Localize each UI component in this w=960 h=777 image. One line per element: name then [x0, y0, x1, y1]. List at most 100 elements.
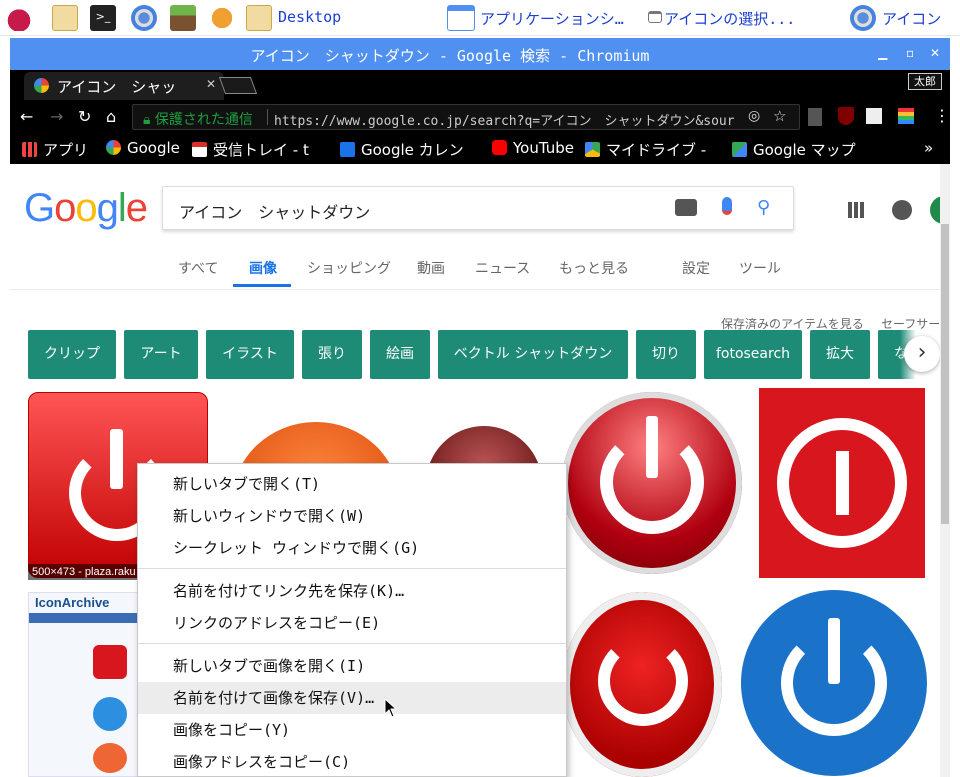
result-image[interactable]: [759, 388, 925, 578]
scrollbar-thumb[interactable]: [941, 224, 949, 524]
tab-more[interactable]: もっと見る: [559, 258, 629, 278]
tab-all[interactable]: すべて: [178, 258, 218, 278]
bookmark-star-icon[interactable]: ☆: [773, 107, 786, 125]
google-apps-icon[interactable]: [848, 202, 864, 218]
iconarchive-title: IconArchive: [35, 595, 110, 610]
taskbar-item-icon-select[interactable]: アイコンの選択...: [664, 8, 795, 29]
search-icon[interactable]: ⚲: [757, 197, 770, 218]
power-icon: [598, 636, 688, 726]
google-icon: [106, 140, 121, 155]
google-logo[interactable]: Google: [24, 186, 148, 231]
bookmark-calendar[interactable]: Google カレン: [340, 139, 480, 160]
avatar[interactable]: [930, 196, 940, 224]
bookmark-maps[interactable]: Google マップ: [732, 139, 856, 160]
menu-icon[interactable]: ⋮: [934, 106, 950, 125]
taskbar-item-applications[interactable]: アプリケーションシ…: [480, 8, 624, 29]
chip-painting[interactable]: 絵画: [370, 330, 430, 379]
colorzilla-icon[interactable]: [898, 108, 914, 124]
camera-icon[interactable]: [675, 199, 697, 216]
search-box[interactable]: アイコン シャットダウン ⚲: [162, 186, 794, 230]
search-query[interactable]: アイコン シャットダウン: [179, 199, 370, 223]
home-icon[interactable]: ⌂: [106, 107, 116, 126]
bookmark-label: アプリ: [43, 141, 89, 159]
tab-shopping[interactable]: ショッピング: [307, 258, 391, 278]
chip-zoom[interactable]: 拡大: [810, 330, 870, 379]
reload-icon[interactable]: ↻: [78, 107, 91, 126]
scratch-icon[interactable]: [209, 5, 235, 31]
bookmark-apps[interactable]: アプリ: [22, 139, 88, 160]
chip-fotosearch[interactable]: fotosearch: [704, 330, 802, 379]
bookmark-youtube[interactable]: YouTube: [492, 139, 574, 157]
result-image[interactable]: [562, 392, 742, 574]
app-window-icon: [447, 5, 475, 31]
menu-open-image-new-tab[interactable]: 新しいタブで画像を開く(I): [138, 650, 566, 682]
extension-h-icon[interactable]: [808, 108, 822, 126]
tab-videos[interactable]: 動画: [417, 258, 445, 278]
location-icon[interactable]: ◎: [748, 108, 760, 124]
chip-hari[interactable]: 張り: [302, 330, 362, 379]
ublock-icon[interactable]: [838, 107, 854, 125]
iconarchive-nav: [29, 613, 141, 623]
profile-button[interactable]: 太郎: [908, 73, 942, 90]
forward-icon[interactable]: →: [50, 107, 63, 126]
bookmark-overflow[interactable]: »: [924, 139, 933, 157]
file-manager-icon[interactable]: [52, 5, 78, 31]
apps-grid-icon: [22, 142, 37, 157]
bookmark-gmail[interactable]: 受信トレイ - t: [192, 139, 332, 160]
address-bar[interactable]: 🔒︎ 保護された通信 https://www.google.co.jp/sear…: [132, 104, 800, 130]
menu-open-incognito[interactable]: シークレット ウィンドウで開く(G): [138, 532, 566, 564]
power-stem: [110, 429, 123, 489]
new-tab-button[interactable]: [218, 77, 258, 94]
bookmark-label: Google マップ: [753, 141, 856, 159]
back-icon[interactable]: ←: [20, 107, 33, 126]
extension-tem-icon[interactable]: [866, 108, 882, 124]
menu-open-new-window[interactable]: 新しいウィンドウで開く(W): [138, 500, 566, 532]
tab-settings[interactable]: 設定: [682, 258, 710, 278]
power-stem: [646, 416, 658, 478]
raspberry-menu-icon[interactable]: [6, 5, 32, 31]
menu-copy-image-address[interactable]: 画像アドレスをコピー(C): [138, 746, 566, 777]
tab-tools[interactable]: ツール: [739, 258, 781, 278]
minimize-icon[interactable]: ▁: [878, 46, 887, 60]
chip-vector[interactable]: ベクトル シャットダウン: [438, 330, 628, 379]
maximize-icon[interactable]: ▫: [906, 46, 914, 60]
taskbar-item-chromium[interactable]: アイコン: [882, 8, 941, 29]
result-caption: 500×473 - plaza.raku: [28, 564, 148, 580]
result-image[interactable]: [741, 590, 927, 776]
browser-tab[interactable]: アイコン シャッ ✕: [24, 72, 224, 100]
secure-indicator[interactable]: 🔒︎ 保護された通信: [143, 109, 253, 129]
red-power-thumb: [93, 645, 127, 679]
result-image[interactable]: [562, 592, 722, 777]
microphone-icon[interactable]: [722, 197, 732, 215]
bookmark-google[interactable]: Google: [106, 139, 180, 157]
chip-kiri[interactable]: 切り: [636, 330, 696, 379]
minecraft-icon[interactable]: [170, 5, 196, 31]
url-text[interactable]: https://www.google.co.jp/search?q=アイコン シ…: [274, 110, 734, 129]
menu-save-link-as[interactable]: 名前を付けてリンク先を保存(K)…: [138, 575, 566, 607]
chip-clip[interactable]: クリップ: [28, 330, 116, 379]
tab-news[interactable]: ニュース: [475, 258, 530, 278]
bookmark-drive[interactable]: マイドライブ -: [585, 139, 725, 160]
desktop-folder-icon[interactable]: [246, 5, 272, 31]
menu-copy-image[interactable]: 画像をコピー(Y): [138, 714, 566, 746]
tab-images[interactable]: 画像: [249, 258, 277, 278]
desktop-label[interactable]: Desktop: [278, 8, 341, 26]
dialog-window-icon: [648, 11, 662, 23]
result-image-iconarchive[interactable]: IconArchive: [28, 592, 141, 777]
chromium-task-icon: [850, 5, 876, 31]
menu-copy-link-address[interactable]: リンクのアドレスをコピー(E): [138, 607, 566, 639]
chips-next-button[interactable]: ›: [900, 330, 940, 379]
notifications-icon[interactable]: [892, 200, 912, 220]
power-stem: [828, 618, 840, 684]
gmail-icon: [192, 142, 207, 157]
window-title-bar[interactable]: アイコン シャットダウン - Google 検索 - Chromium ▁ ▫ …: [10, 38, 950, 70]
chromium-launcher-icon[interactable]: [131, 5, 157, 31]
terminal-icon[interactable]: >_: [90, 5, 116, 31]
close-icon[interactable]: ✕: [930, 46, 940, 60]
page-scrollbar[interactable]: [940, 164, 950, 777]
chip-illust[interactable]: イラスト: [206, 330, 294, 379]
menu-open-new-tab[interactable]: 新しいタブで開く(T): [138, 468, 566, 500]
menu-save-image-as[interactable]: 名前を付けて画像を保存(V)…: [138, 682, 566, 714]
chip-art[interactable]: アート: [124, 330, 198, 379]
tab-close-icon[interactable]: ✕: [206, 77, 216, 91]
